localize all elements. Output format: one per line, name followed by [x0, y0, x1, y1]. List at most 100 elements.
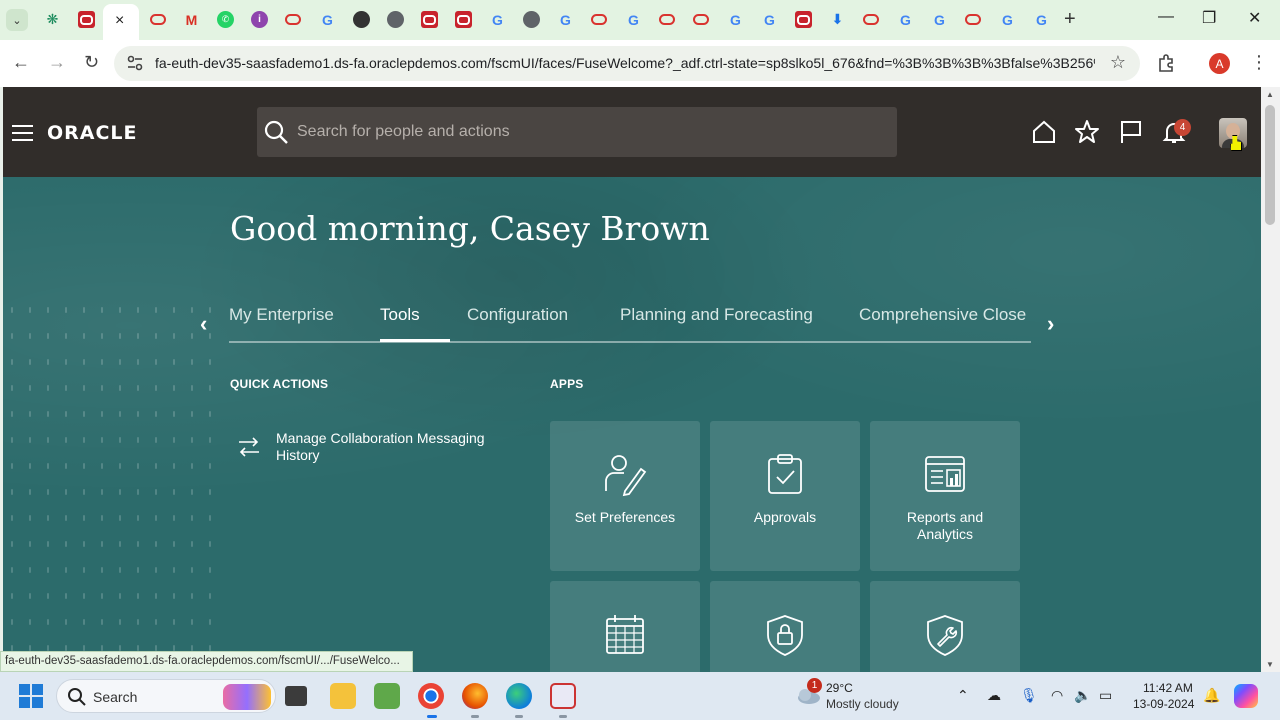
scroll-up-icon[interactable]: ▲	[1266, 90, 1274, 99]
task-view-icon[interactable]	[285, 686, 307, 706]
tab-favicon-purple-icon[interactable]: i	[251, 11, 268, 28]
weather-temperature[interactable]: 29°C	[826, 681, 853, 695]
tab-my-enterprise[interactable]: My Enterprise	[229, 305, 334, 325]
global-search-input[interactable]: Search for people and actions	[257, 107, 897, 157]
tab-favicon-oracle-icon[interactable]	[659, 14, 675, 25]
tab-favicon-oracle-icon[interactable]	[150, 14, 166, 25]
tabs-scroll-right-icon[interactable]: ›	[1047, 311, 1054, 337]
profile-avatar[interactable]: A	[1209, 53, 1230, 74]
close-tab-icon[interactable]: ×	[115, 12, 124, 30]
tab-favicon-oracle-icon[interactable]	[421, 11, 438, 28]
greeting-heading: Good morning, Casey Brown	[230, 209, 710, 248]
hamburger-menu-icon[interactable]	[12, 125, 33, 141]
app-tile-set-preferences[interactable]: Set Preferences	[550, 421, 700, 571]
restore-window-icon[interactable]: ❐	[1202, 8, 1216, 28]
onedrive-offline-icon[interactable]: ☁	[987, 687, 1001, 704]
tab-search-chevron-icon[interactable]: ⌄	[6, 9, 28, 31]
address-bar[interactable]: fa-euth-dev35-saasfademo1.ds-fa.oraclepd…	[114, 46, 1140, 81]
tab-planning-and-forecasting[interactable]: Planning and Forecasting	[620, 305, 813, 325]
battery-icon[interactable]: ▭	[1099, 687, 1112, 704]
tab-favicon-oracle-icon[interactable]	[693, 14, 709, 25]
close-window-icon[interactable]: ✕	[1248, 8, 1261, 28]
quick-action-label[interactable]: Manage Collaboration Messaging History	[276, 430, 496, 464]
app-tile-approvals[interactable]: Approvals	[710, 421, 860, 571]
browser-menu-icon[interactable]: ⋮	[1250, 52, 1268, 73]
tab-favicon-gmail-icon[interactable]: M	[183, 11, 200, 28]
running-app-indicator	[515, 715, 523, 718]
tabs-scroll-left-icon[interactable]: ‹	[200, 311, 207, 337]
oracle-logo[interactable]: ORACLE	[47, 122, 138, 144]
tab-favicon-download-icon[interactable]: ⬇	[829, 11, 846, 28]
tab-favicon-google-icon[interactable]: G	[557, 11, 574, 28]
windows-start-icon[interactable]	[19, 684, 43, 708]
reload-icon[interactable]: ↻	[84, 52, 99, 73]
app-tile-security[interactable]	[710, 581, 860, 672]
quick-actions-title: QUICK ACTIONS	[230, 377, 329, 391]
flag-icon[interactable]	[1118, 119, 1144, 145]
app-tile-reports-and-analytics[interactable]: Reports and Analytics	[870, 421, 1020, 571]
url-text[interactable]: fa-euth-dev35-saasfademo1.ds-fa.oraclepd…	[155, 55, 1095, 71]
file-explorer-icon[interactable]	[330, 683, 356, 709]
chrome-icon[interactable]	[418, 683, 444, 709]
tab-favicon-google-icon[interactable]: G	[1033, 11, 1050, 28]
site-settings-icon[interactable]	[126, 54, 144, 72]
tab-comprehensive-close[interactable]: Comprehensive Close	[859, 305, 1026, 325]
tab-favicon-oracle-icon[interactable]	[455, 11, 472, 28]
tab-favicon-oracle-icon[interactable]	[795, 11, 812, 28]
tab-favicon-globe-icon[interactable]	[387, 11, 404, 28]
tab-favicon-oracle-icon[interactable]	[863, 14, 879, 25]
taskbar-search[interactable]: Search	[56, 679, 276, 713]
tab-favicon-google-icon[interactable]: G	[727, 11, 744, 28]
taskbar-date[interactable]: 13-09-2024	[1133, 697, 1194, 711]
app-tile-calendar[interactable]	[550, 581, 700, 672]
tab-favicon-google-icon[interactable]: G	[489, 11, 506, 28]
tab-favicon-chatgpt-icon[interactable]	[353, 11, 370, 28]
wifi-icon[interactable]: ◠	[1051, 687, 1063, 704]
snipping-tool-icon[interactable]	[550, 683, 576, 709]
app-tile-setup[interactable]	[870, 581, 1020, 672]
tab-favicon-oracle-icon[interactable]	[965, 14, 981, 25]
edge-icon[interactable]	[506, 683, 532, 709]
tab-favicon-oracle-icon[interactable]	[78, 11, 95, 28]
home-icon[interactable]	[1031, 119, 1057, 145]
search-icon	[68, 688, 86, 706]
page-scrollbar[interactable]: ▲ ▼	[1261, 87, 1280, 672]
minimize-window-icon[interactable]: —	[1158, 8, 1174, 26]
copilot-icon[interactable]	[1234, 684, 1258, 708]
excel-like-app-icon[interactable]	[374, 683, 400, 709]
show-hidden-icons-chevron-icon[interactable]: ⌃	[957, 687, 969, 704]
tab-favicon-whatsapp-icon[interactable]: ✆	[217, 11, 234, 28]
active-app-indicator	[427, 715, 437, 718]
active-tab[interactable]: ×	[103, 4, 139, 40]
tab-favicon-chatgpt-icon[interactable]: ❋	[44, 11, 61, 28]
oracle-header: ORACLE Search for people and actions 4	[3, 87, 1261, 177]
tab-favicon-google-icon[interactable]: G	[625, 11, 642, 28]
scrollbar-thumb[interactable]	[1265, 105, 1275, 225]
tab-tools[interactable]: Tools	[380, 305, 420, 325]
weather-description[interactable]: Mostly cloudy	[826, 697, 899, 711]
weather-alert-badge: 1	[807, 678, 822, 693]
back-icon[interactable]: ←	[12, 52, 30, 73]
scroll-down-icon[interactable]: ▼	[1266, 660, 1274, 669]
tab-favicon-google-icon[interactable]: G	[999, 11, 1016, 28]
tab-favicon-oracle-icon[interactable]	[591, 14, 607, 25]
extensions-icon[interactable]	[1156, 53, 1176, 73]
new-tab-button[interactable]: +	[1064, 8, 1076, 31]
taskbar-time[interactable]: 11:42 AM	[1143, 681, 1193, 695]
volume-icon[interactable]: 🔈	[1074, 687, 1091, 704]
reports-icon	[925, 456, 965, 492]
forward-icon[interactable]: →	[48, 52, 66, 73]
app-tile-label: Set Preferences	[574, 509, 676, 525]
firefox-icon[interactable]	[462, 683, 488, 709]
microphone-icon[interactable]: 🎙	[1020, 687, 1038, 704]
tab-favicon-google-icon[interactable]: G	[319, 11, 336, 28]
favorites-star-icon[interactable]	[1074, 119, 1100, 145]
tab-favicon-google-icon[interactable]: G	[897, 11, 914, 28]
notification-center-bell-icon[interactable]: 🔔	[1203, 687, 1220, 704]
tab-favicon-google-icon[interactable]: G	[761, 11, 778, 28]
tab-favicon-oracle-icon[interactable]	[285, 14, 301, 25]
tab-configuration[interactable]: Configuration	[467, 305, 568, 325]
tab-favicon-google-icon[interactable]: G	[931, 11, 948, 28]
tab-favicon-globe-icon[interactable]	[523, 11, 540, 28]
bookmark-star-icon[interactable]: ☆	[1110, 52, 1126, 73]
